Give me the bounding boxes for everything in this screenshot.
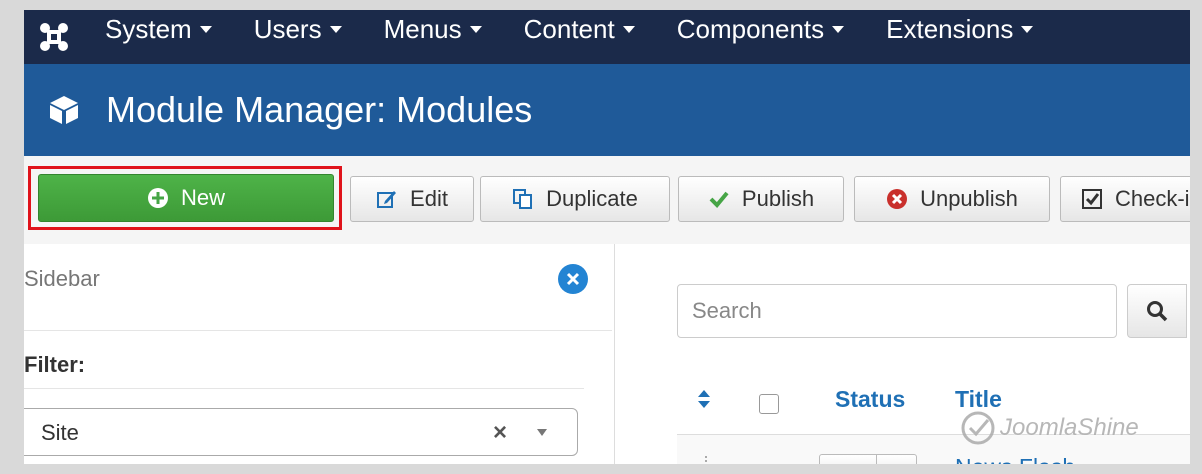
divider xyxy=(24,388,584,389)
new-button[interactable]: New xyxy=(38,174,334,222)
menu-menus-label: Menus xyxy=(383,13,462,44)
close-icon[interactable] xyxy=(558,264,588,294)
x-circle-icon xyxy=(886,188,908,210)
chevron-down-icon xyxy=(469,25,482,33)
joomla-logo-icon[interactable] xyxy=(24,10,84,64)
search-input[interactable] xyxy=(677,284,1117,338)
toolbar: New Edit Duplicate Publish Unpublish Che… xyxy=(24,156,1190,245)
divider xyxy=(24,330,612,331)
search-button[interactable] xyxy=(1127,284,1187,338)
edit-button-label: Edit xyxy=(410,186,448,211)
sidebar-heading: Sidebar xyxy=(24,266,100,291)
joomlashine-logo-icon xyxy=(961,411,995,445)
chevron-down-icon xyxy=(1021,25,1034,33)
checkin-button-label: Check-in xyxy=(1115,186,1190,211)
status-toggle[interactable]: ✔ xyxy=(819,454,917,464)
select-all-checkbox[interactable] xyxy=(759,394,779,414)
duplicate-button-label: Duplicate xyxy=(546,186,638,211)
screenshot-frame: System Users Menus Content Components Ex… xyxy=(24,10,1190,464)
plus-circle-icon xyxy=(147,187,169,209)
sidebar: Sidebar Filter: Site × xyxy=(24,244,615,464)
chevron-down-icon xyxy=(537,429,547,436)
menu-menus[interactable]: Menus xyxy=(363,10,503,56)
menu-components[interactable]: Components xyxy=(656,10,865,56)
page-title: Module Manager: Modules xyxy=(106,89,533,130)
edit-icon xyxy=(376,188,398,210)
menu-users-label: Users xyxy=(253,13,322,44)
checkbox-icon xyxy=(1081,188,1103,210)
column-header-title[interactable]: Title xyxy=(955,386,1002,413)
chevron-down-icon xyxy=(832,25,845,33)
chevron-down-icon xyxy=(329,25,342,33)
watermark: JoomlaShine xyxy=(960,410,1139,446)
cube-icon xyxy=(34,93,94,127)
row-title-link[interactable]: News Flash xyxy=(955,454,1075,464)
published-check-icon: ✔ xyxy=(842,461,855,464)
menu-components-label: Components xyxy=(676,13,825,44)
client-select-value: Site xyxy=(41,420,79,445)
unpublish-button-label: Unpublish xyxy=(920,186,1018,211)
drag-handle-icon[interactable] xyxy=(705,456,711,464)
filter-label: Filter: xyxy=(24,352,86,377)
menu-content[interactable]: Content xyxy=(503,10,656,56)
edit-button[interactable]: Edit xyxy=(350,176,474,222)
menu-extensions-label: Extensions xyxy=(886,13,1014,44)
chevron-down-icon xyxy=(199,25,212,33)
new-button-label: New xyxy=(180,185,225,210)
duplicate-button[interactable]: Duplicate xyxy=(480,176,670,222)
sort-icon[interactable] xyxy=(697,388,711,415)
checkin-button[interactable]: Check-in xyxy=(1060,176,1190,222)
publish-button-label: Publish xyxy=(741,186,815,211)
menu-content-label: Content xyxy=(523,13,615,44)
menu-system[interactable]: System xyxy=(84,10,233,56)
column-header-status[interactable]: Status xyxy=(835,386,905,413)
unpublish-button[interactable]: Unpublish xyxy=(854,176,1050,222)
page-header: Module Manager: Modules xyxy=(24,64,1190,156)
menu-users[interactable]: Users xyxy=(233,10,363,56)
chevron-down-icon xyxy=(622,25,635,33)
publish-button[interactable]: Publish xyxy=(678,176,844,222)
client-select[interactable]: Site × xyxy=(24,408,578,456)
menu-system-label: System xyxy=(105,13,192,44)
divider xyxy=(876,455,877,464)
checkmark-icon xyxy=(708,188,730,210)
top-menu-bar: System Users Menus Content Components Ex… xyxy=(24,10,1190,64)
copy-icon xyxy=(512,188,534,210)
menu-extensions[interactable]: Extensions xyxy=(865,10,1054,56)
search-icon xyxy=(1147,301,1168,322)
clear-icon[interactable]: × xyxy=(493,419,507,447)
watermark-text: JoomlaShine xyxy=(1000,414,1139,441)
